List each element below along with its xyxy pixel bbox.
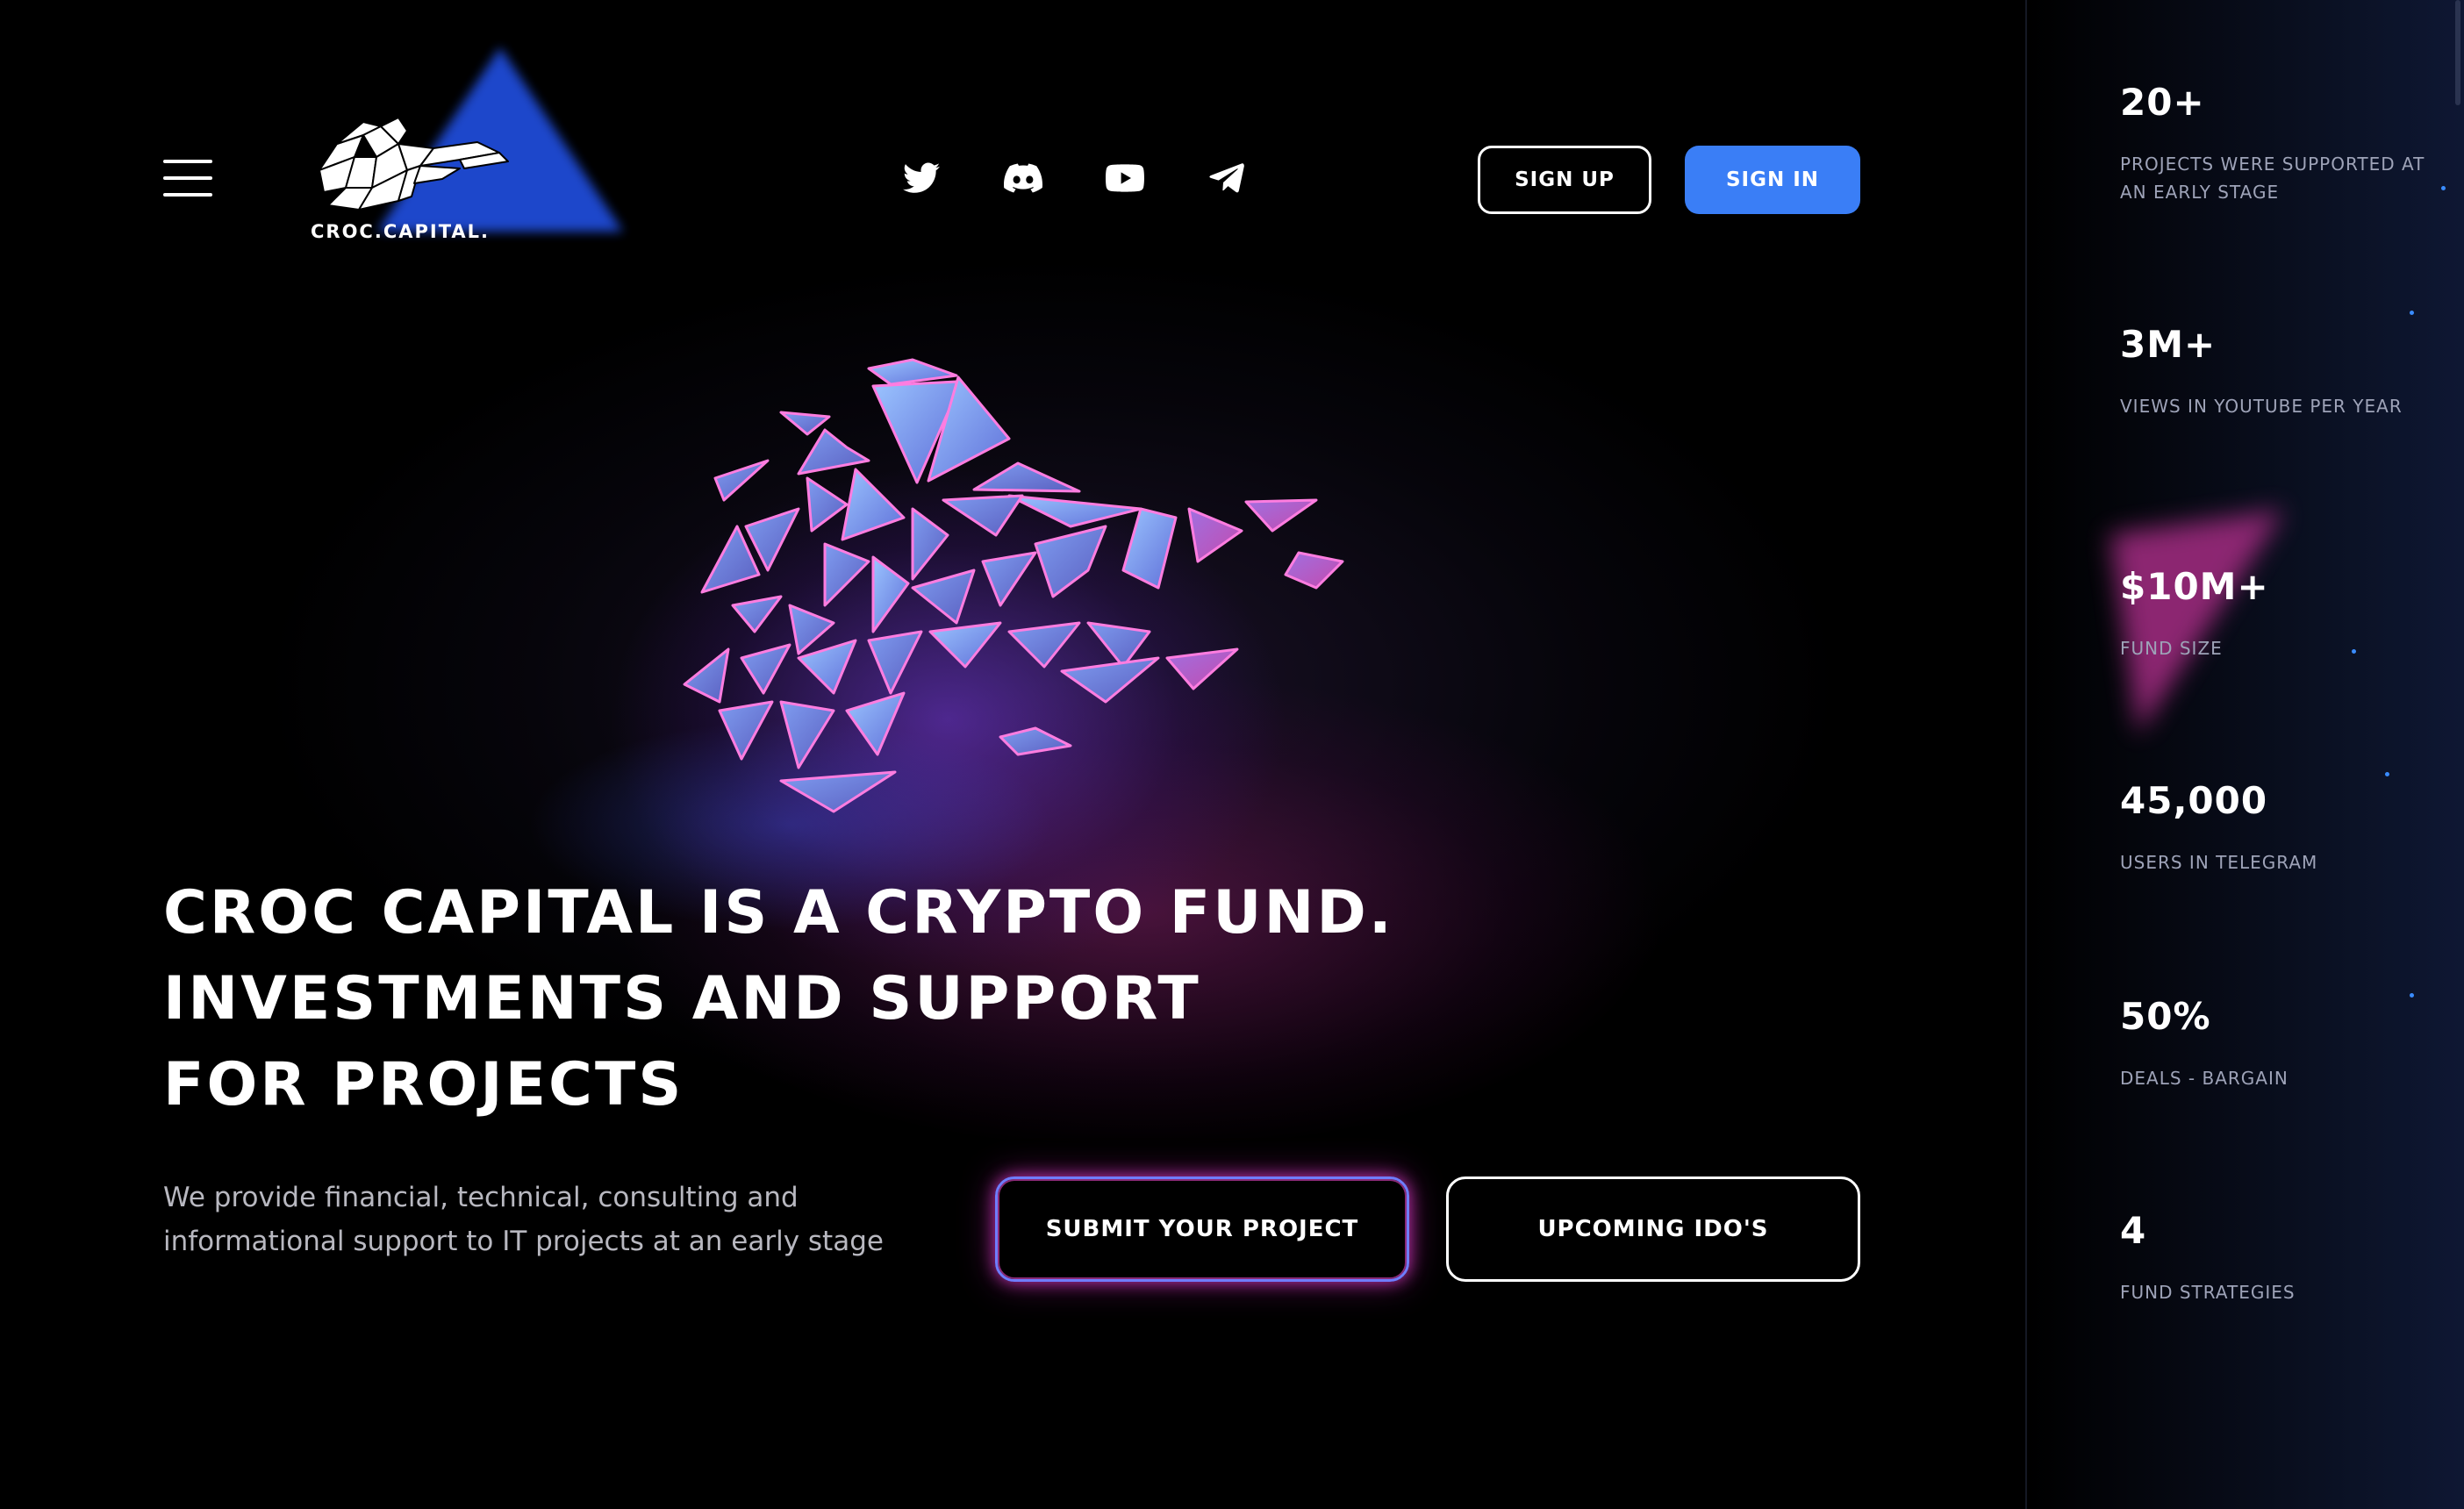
twitter-icon[interactable] xyxy=(902,159,941,197)
stat-fund-size: $10M+ FUND SIZE xyxy=(2120,565,2453,662)
stat-value: 3M+ xyxy=(2120,323,2217,366)
crocodile-shards-illustration xyxy=(683,358,1344,813)
stat-youtube-views: 3M+ VIEWS IN YOUTUBE PER YEAR xyxy=(2120,323,2453,420)
sign-in-button[interactable]: SIGN IN xyxy=(1685,146,1860,214)
hero-title-line: CROC CAPITAL IS A CRYPTO FUND. xyxy=(163,878,1394,948)
social-links xyxy=(902,156,1246,200)
stat-value: 4 xyxy=(2120,1209,2147,1252)
youtube-icon[interactable] xyxy=(1106,159,1144,197)
upcoming-idos-button[interactable]: UPCOMING IDO'S xyxy=(1446,1176,1860,1282)
stat-label: USERS IN TELEGRAM xyxy=(2120,852,2318,873)
submit-project-button[interactable]: SUBMIT YOUR PROJECT xyxy=(995,1176,1409,1282)
stat-value: 50% xyxy=(2120,995,2211,1038)
hero-title: CROC CAPITAL IS A CRYPTO FUND. INVESTMEN… xyxy=(163,870,1567,1128)
stat-label: DEALS - BARGAIN xyxy=(2120,1068,2289,1089)
sign-up-button[interactable]: SIGN UP xyxy=(1478,146,1651,214)
stat-value: 20+ xyxy=(2120,81,2205,124)
stat-label: PROJECTS WERE SUPPORTED AT AN EARLY STAG… xyxy=(2120,154,2425,203)
stat-value: 45,000 xyxy=(2120,779,2268,822)
stats-sidebar[interactable]: 20+ PROJECTS WERE SUPPORTED AT AN EARLY … xyxy=(2025,0,2464,1509)
telegram-icon[interactable] xyxy=(1207,159,1246,197)
hero-title-line: INVESTMENTS AND SUPPORT xyxy=(163,964,1201,1033)
scrollbar[interactable] xyxy=(2455,0,2460,105)
hero-title-line: FOR PROJECTS xyxy=(163,1050,684,1119)
hero-description: We provide financial, technical, consult… xyxy=(163,1182,884,1257)
logo-text: CROC.CAPITAL. xyxy=(311,221,490,242)
stat-value: $10M+ xyxy=(2120,565,2269,608)
discord-icon[interactable] xyxy=(1004,159,1042,197)
decorative-dot xyxy=(2410,311,2414,315)
stat-telegram-users: 45,000 USERS IN TELEGRAM xyxy=(2120,779,2453,876)
stat-strategies: 4 FUND STRATEGIES xyxy=(2120,1209,2453,1306)
decorative-dot xyxy=(2385,772,2389,776)
stat-label: VIEWS IN YOUTUBE PER YEAR xyxy=(2120,396,2403,417)
page: CROC.CAPITAL. SIGN UP SIGN IN CROC CAPIT… xyxy=(0,0,2464,1509)
crocodile-logo-icon xyxy=(319,118,509,211)
stat-label: FUND SIZE xyxy=(2120,638,2223,659)
stat-deals: 50% DEALS - BARGAIN xyxy=(2120,995,2453,1092)
stat-label: FUND STRATEGIES xyxy=(2120,1282,2296,1303)
hamburger-menu-icon[interactable] xyxy=(163,160,212,198)
logo[interactable]: CROC.CAPITAL. xyxy=(307,47,623,249)
stat-projects: 20+ PROJECTS WERE SUPPORTED AT AN EARLY … xyxy=(2120,81,2453,206)
